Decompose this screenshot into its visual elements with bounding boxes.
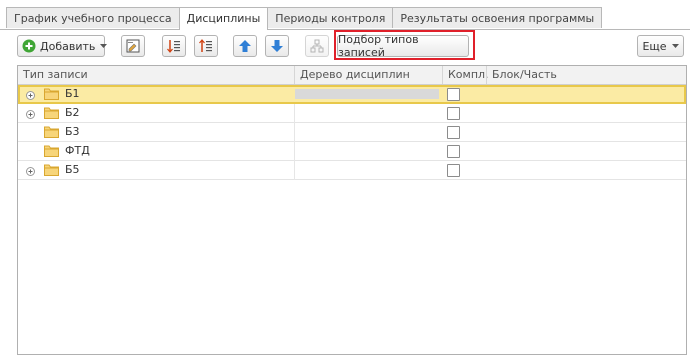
structure-button[interactable]: [305, 35, 329, 57]
tab-control-periods[interactable]: Периоды контроля: [267, 7, 394, 28]
column-divider: [294, 104, 295, 123]
structure-icon: [309, 38, 325, 54]
column-header-discipline-tree[interactable]: Дерево дисциплин: [294, 66, 442, 84]
folder-icon: [44, 126, 59, 141]
table-row[interactable]: Б5: [18, 161, 686, 180]
complex-checkbox[interactable]: [447, 164, 460, 177]
arrow-down-icon: [269, 38, 285, 54]
move-up-button[interactable]: [233, 35, 257, 57]
tab-schedule[interactable]: График учебного процесса: [6, 7, 180, 28]
folder-icon: [44, 164, 59, 179]
tab-bar: График учебного процесса Дисциплины Пери…: [6, 7, 603, 30]
expand-icon[interactable]: [26, 109, 35, 119]
column-divider: [294, 142, 295, 161]
expand-icon[interactable]: [26, 90, 35, 100]
highlight-box: [334, 30, 475, 60]
row-label: ФТД: [65, 144, 90, 157]
complex-checkbox[interactable]: [447, 107, 460, 120]
discipline-tree-value: [295, 89, 439, 99]
column-divider: [294, 123, 295, 142]
chevron-down-icon: [100, 44, 108, 48]
complex-checkbox[interactable]: [447, 126, 460, 139]
complex-checkbox[interactable]: [447, 88, 460, 101]
more-button-label: Еще: [642, 39, 667, 53]
column-header-complex[interactable]: Компл.: [442, 66, 489, 84]
row-label: Б5: [65, 163, 80, 176]
add-button-label: Добавить: [40, 39, 96, 53]
column-header-block-part[interactable]: Блок/Часть: [486, 66, 686, 84]
table-row[interactable]: Б3: [18, 123, 686, 142]
sort-descending-icon: [166, 38, 182, 54]
folder-icon: [44, 107, 59, 122]
row-label: Б2: [65, 106, 80, 119]
table-row[interactable]: Б1: [18, 85, 686, 104]
move-down-button[interactable]: [265, 35, 289, 57]
sort-ascending-icon: [198, 38, 214, 54]
add-icon: [22, 39, 36, 53]
tab-program-results[interactable]: Результаты освоения программы: [392, 7, 603, 28]
expand-icon[interactable]: [26, 166, 35, 176]
chevron-down-icon: [671, 44, 679, 48]
more-button[interactable]: Еще: [637, 35, 684, 57]
row-label: Б1: [65, 87, 80, 100]
table-row[interactable]: ФТД: [18, 142, 686, 161]
complex-checkbox[interactable]: [447, 145, 460, 158]
arrow-up-icon: [237, 38, 253, 54]
sort-ascending-button[interactable]: [194, 35, 218, 57]
row-label: Б3: [65, 125, 80, 138]
table-row[interactable]: Б2: [18, 104, 686, 123]
folder-icon: [44, 88, 59, 103]
table-header: Тип записи Дерево дисциплин Компл. Блок/…: [18, 66, 686, 85]
add-button[interactable]: Добавить: [17, 35, 108, 57]
column-header-record-type[interactable]: Тип записи: [18, 66, 294, 84]
folder-edit-icon: [125, 38, 141, 54]
folder-icon: [44, 145, 59, 160]
column-divider: [294, 161, 295, 180]
folder-edit-button[interactable]: [121, 35, 145, 57]
tab-disciplines[interactable]: Дисциплины: [178, 7, 269, 30]
sort-descending-button[interactable]: [162, 35, 186, 57]
record-types-table: Тип записи Дерево дисциплин Компл. Блок/…: [17, 65, 687, 355]
